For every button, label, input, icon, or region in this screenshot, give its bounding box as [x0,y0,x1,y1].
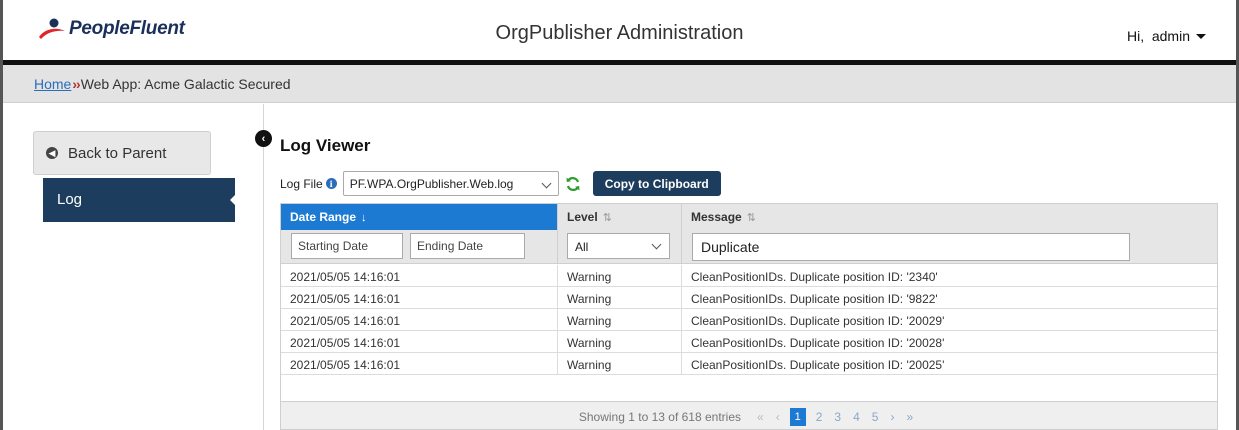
level-filter-cell: All [557,230,681,264]
sort-icon: ⇅ [602,212,612,224]
cell-level: Warning [557,265,681,287]
cell-level: Warning [557,331,681,353]
page-button-2[interactable]: 2 [816,410,823,424]
cell-date: 2021/05/05 14:16:01 [290,336,401,350]
cell-message: CleanPositionIDs. Duplicate position ID:… [681,353,1217,375]
log-file-select-value: PF.WPA.OrgPublisher.Web.log [349,176,514,191]
breadcrumb-home-link[interactable]: Home [34,76,71,92]
back-button-label: Back to Parent [68,144,167,162]
cell-message: CleanPositionIDs. Duplicate position ID:… [681,287,1217,309]
sidebar-item-label: Log [57,191,83,208]
cell-message: CleanPositionIDs. Duplicate position ID:… [681,309,1217,331]
user-menu[interactable]: Hi, admin [1127,28,1206,44]
first-page-icon[interactable]: « [757,410,764,424]
log-file-label-text: Log File [280,176,323,191]
table-row[interactable]: 2021/05/05 14:16:01 Warning CleanPositio… [281,265,1217,287]
cell-date: 2021/05/05 14:16:01 [290,292,401,306]
table-row[interactable]: 2021/05/05 14:16:01 Warning CleanPositio… [281,309,1217,331]
pagination: Showing 1 to 13 of 618 entries « ‹ 1 2 3… [281,401,1217,429]
sidebar-item-log[interactable]: Log [43,178,236,222]
table-body: 2021/05/05 14:16:01 Warning CleanPositio… [281,265,1217,375]
active-indicator-notch [230,194,236,206]
column-header-label: Date Range [290,210,357,224]
date-filter-cell [281,230,557,264]
sidebar: ◀ Back to Parent Log [3,104,264,430]
cell-level: Warning [557,309,681,331]
circle-arrow-left-icon: ◀ [46,147,58,159]
page-button-4[interactable]: 4 [853,410,860,424]
chevron-down-icon [541,178,552,189]
breadcrumb-separator-icon: ›› [72,76,80,92]
app-title: OrgPublisher Administration [495,22,744,44]
cell-message: CleanPositionIDs. Duplicate position ID:… [681,265,1217,287]
log-file-select[interactable]: PF.WPA.OrgPublisher.Web.log [342,171,559,196]
breadcrumb-current: Web App: Acme Galactic Secured [80,76,291,92]
column-header-label: Level [567,210,598,224]
sort-icon: ⇅ [746,212,756,224]
last-page-icon[interactable]: » [906,410,913,424]
column-header-label: Message [691,210,742,224]
page-button-1[interactable]: 1 [789,407,806,426]
cell-date: 2021/05/05 14:16:01 [290,358,401,372]
ending-date-input[interactable] [410,233,525,259]
chevron-down-icon [651,239,662,250]
cell-date: 2021/05/05 14:16:01 [290,270,401,284]
cell-level: Warning [557,353,681,375]
level-filter-select[interactable]: All [567,233,670,259]
cell-level: Warning [557,287,681,309]
log-table: Date Range ↓ Level ⇅ Message ⇅ All 2021/05/… [280,203,1218,430]
message-filter-input[interactable] [692,233,1130,261]
level-filter-value: All [575,240,589,254]
column-header-date-range[interactable]: Date Range ↓ [281,204,557,230]
column-header-level[interactable]: Level ⇅ [557,204,681,230]
refresh-icon[interactable] [565,176,581,192]
cell-date: 2021/05/05 14:16:01 [290,314,401,328]
breadcrumb: Home ›› Web App: Acme Galactic Secured [3,65,1236,103]
pagination-info: Showing 1 to 13 of 618 entries [578,409,741,424]
collapse-sidebar-icon[interactable]: ‹ [255,130,272,147]
user-greeting: Hi, admin [1126,28,1190,44]
log-file-label: Log File i [280,177,337,191]
page-title: Log Viewer [280,136,371,155]
info-icon[interactable]: i [325,178,337,189]
table-row[interactable]: 2021/05/05 14:16:01 Warning CleanPositio… [281,331,1217,353]
app-header: PeopleFluent OrgPublisher Administration… [3,0,1236,60]
caret-down-icon [1196,33,1206,39]
page-button-3[interactable]: 3 [834,410,841,424]
table-row[interactable]: 2021/05/05 14:16:01 Warning CleanPositio… [281,353,1217,375]
column-header-message[interactable]: Message ⇅ [681,204,1217,230]
prev-page-icon[interactable]: ‹ [776,410,780,424]
cell-message: CleanPositionIDs. Duplicate position ID:… [681,331,1217,353]
log-file-toolbar: Log File i PF.WPA.OrgPublisher.Web.log C… [280,171,721,196]
back-to-parent-button[interactable]: ◀ Back to Parent [33,131,211,175]
table-row[interactable]: 2021/05/05 14:16:01 Warning CleanPositio… [281,287,1217,309]
page-button-5[interactable]: 5 [872,410,879,424]
message-filter-cell [681,230,1217,264]
next-page-icon[interactable]: › [890,410,894,424]
table-header: Date Range ↓ Level ⇅ Message ⇅ All [281,204,1217,264]
sort-desc-icon: ↓ [361,212,367,224]
copy-to-clipboard-button[interactable]: Copy to Clipboard [592,171,721,196]
starting-date-input[interactable] [291,233,403,259]
